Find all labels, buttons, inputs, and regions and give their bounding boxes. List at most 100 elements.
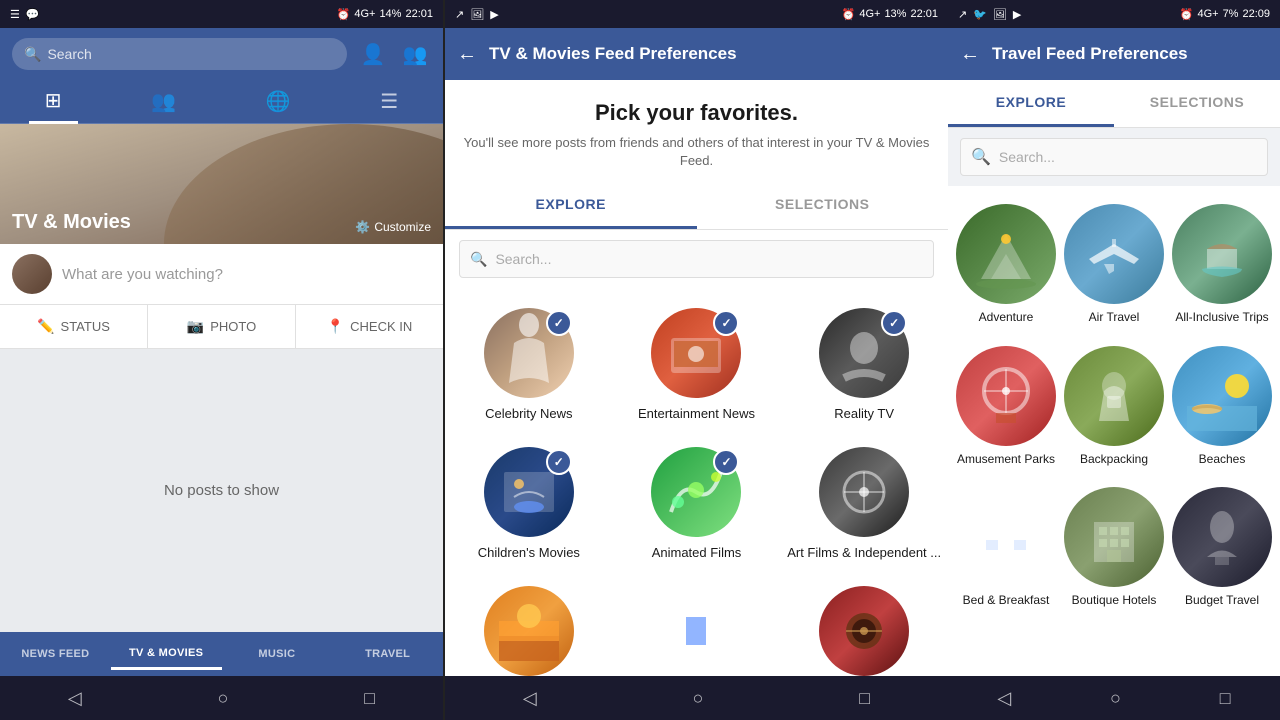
category-reality-tv[interactable]: ✓ Reality TV <box>780 296 948 435</box>
home-button-1[interactable]: ○ <box>218 688 229 709</box>
tab-selections-3[interactable]: SELECTIONS <box>1114 80 1280 127</box>
back-arrow-3[interactable]: ← <box>960 43 980 66</box>
status-button[interactable]: ✏️ STATUS <box>0 305 148 348</box>
subnav-newsfeed[interactable]: ⊞ <box>29 80 78 124</box>
subnav-globe[interactable]: 🌐 <box>250 81 307 122</box>
category-row3b[interactable] <box>613 574 781 676</box>
friend-requests-icon[interactable]: 👥 <box>399 42 431 67</box>
celebrity-label: Celebrity News <box>485 406 572 423</box>
back-button-1[interactable]: ◁ <box>68 688 82 709</box>
twitter-icon: 🐦 <box>973 8 987 21</box>
panel-travel-prefs: ↗ 🐦 🖼 ▶ ⏰ 4G+ 7% 22:09 ← Travel Feed Pre… <box>948 0 1280 720</box>
notification-icon: ☰ <box>10 8 20 21</box>
customize-label: Customize <box>374 220 431 234</box>
category-celebrity-news[interactable]: ✓ Celebrity News <box>445 296 613 435</box>
search-bar-2[interactable]: 🔍 Search... <box>459 240 934 278</box>
budget-img <box>1172 487 1272 587</box>
air-img <box>1064 204 1164 304</box>
search-icon-p1: 🔍 <box>24 46 41 63</box>
adventure-img <box>956 204 1056 304</box>
search-bar-panel1[interactable]: 🔍 Search <box>12 38 347 70</box>
categories-grid-2: ✓ Celebrity News ✓ Entertainment News <box>445 288 948 676</box>
panel-tvmovies-prefs: ↗ 🖼 ▶ ⏰ 4G+ 13% 22:01 ← TV & Movies Feed… <box>445 0 948 720</box>
back-button-2[interactable]: ◁ <box>523 688 537 709</box>
back-arrow-2[interactable]: ← <box>457 43 477 66</box>
battery-text-2: 13% <box>884 8 906 20</box>
travel-boutique[interactable]: Boutique Hotels <box>1060 477 1168 619</box>
travel-budget[interactable]: Budget Travel <box>1168 477 1276 619</box>
recents-button-2[interactable]: □ <box>859 688 870 709</box>
android-nav-1: ◁ ○ □ <box>0 676 443 720</box>
search-bar-3[interactable]: 🔍 Search... <box>960 138 1268 176</box>
travel-beaches[interactable]: Beaches <box>1168 336 1276 478</box>
row3c-img <box>819 586 909 676</box>
photo-button[interactable]: 📷 PHOTO <box>148 305 296 348</box>
status-right-1: ⏰ 4G+ 14% 22:01 <box>337 8 433 21</box>
cover-label: TV & Movies <box>12 211 131 234</box>
battery-text-3: 7% <box>1223 8 1239 20</box>
recents-button-3[interactable]: □ <box>1220 688 1231 709</box>
budget-label: Budget Travel <box>1185 593 1259 609</box>
celebrity-img-wrapper: ✓ <box>484 308 574 398</box>
bottom-nav-newsfeed[interactable]: NEWS FEED <box>0 640 111 668</box>
reality-img-wrapper: ✓ <box>819 308 909 398</box>
category-row3c[interactable] <box>780 574 948 676</box>
backpacking-label: Backpacking <box>1080 452 1148 468</box>
recents-button-1[interactable]: □ <box>364 688 375 709</box>
battery-text-1: 14% <box>379 8 401 20</box>
time-1: 22:01 <box>405 8 433 20</box>
bottom-nav-music[interactable]: MUSIC <box>222 640 333 668</box>
children-label: Children's Movies <box>478 545 580 562</box>
boutique-img <box>1064 487 1164 587</box>
beaches-img <box>1172 346 1272 446</box>
search-container-2: 🔍 Search... <box>445 230 948 288</box>
travel-bnb[interactable]: Bed & Breakfast <box>952 477 1060 619</box>
pick-favorites-subtitle: You'll see more posts from friends and o… <box>461 134 932 170</box>
status-left-2: ↗ 🖼 ▶ <box>455 8 499 21</box>
amusement-img <box>956 346 1056 446</box>
travel-adventure[interactable]: Adventure <box>952 194 1060 336</box>
artfilms-img-wrapper <box>819 447 909 537</box>
travel-backpacking[interactable]: Backpacking <box>1060 336 1168 478</box>
video-icon-3: ▶ <box>1013 8 1021 21</box>
cover-image: TV & Movies ⚙️ Customize <box>0 124 443 244</box>
backpacking-img <box>1064 346 1164 446</box>
search-text-3: Search... <box>999 149 1055 165</box>
pencil-icon: ✏️ <box>37 318 54 335</box>
home-button-2[interactable]: ○ <box>693 688 704 709</box>
no-posts-area: No posts to show <box>0 349 443 632</box>
bottom-nav-travel[interactable]: TRAVEL <box>332 640 443 668</box>
customize-button[interactable]: ⚙️ Customize <box>355 220 431 234</box>
bottom-nav-tvmovies[interactable]: TV & MOVIES <box>111 639 222 670</box>
search-placeholder-p1: Search <box>47 46 91 62</box>
travel-air[interactable]: Air Travel <box>1060 194 1168 336</box>
alarm-icon-3: ⏰ <box>1180 8 1194 21</box>
partial-img <box>956 629 1056 676</box>
travel-partial[interactable] <box>952 619 1060 676</box>
row3a-img <box>484 586 574 676</box>
subnav-menu[interactable]: ☰ <box>364 81 414 122</box>
category-row3a[interactable] <box>445 574 613 676</box>
status-bar-2: ↗ 🖼 ▶ ⏰ 4G+ 13% 22:01 <box>445 0 948 28</box>
page-header-3: ← Travel Feed Preferences <box>948 28 1280 80</box>
messenger-icon[interactable]: 👤 <box>357 42 389 67</box>
tab-selections-2[interactable]: SELECTIONS <box>697 182 949 229</box>
category-entertainment-news[interactable]: ✓ Entertainment News <box>613 296 781 435</box>
tab-explore-3[interactable]: EXPLORE <box>948 80 1114 127</box>
status-bar-3: ↗ 🐦 🖼 ▶ ⏰ 4G+ 7% 22:09 <box>948 0 1280 28</box>
checkin-button[interactable]: 📍 CHECK IN <box>296 305 443 348</box>
amusement-label: Amusement Parks <box>957 452 1055 468</box>
back-button-3[interactable]: ◁ <box>997 688 1011 709</box>
category-childrens-movies[interactable]: ✓ Children's Movies <box>445 435 613 574</box>
home-button-3[interactable]: ○ <box>1110 688 1121 709</box>
watch-placeholder[interactable]: What are you watching? <box>62 266 223 283</box>
travel-amusement[interactable]: Amusement Parks <box>952 336 1060 478</box>
subnav-friends[interactable]: 👥 <box>135 81 192 122</box>
tab-explore-2[interactable]: EXPLORE <box>445 182 697 229</box>
travel-allinclusive[interactable]: All-Inclusive Trips <box>1168 194 1276 336</box>
tabs-row-3: EXPLORE SELECTIONS <box>948 80 1280 128</box>
category-art-films[interactable]: Art Films & Independent ... <box>780 435 948 574</box>
category-animated-films[interactable]: ✓ Animated Films <box>613 435 781 574</box>
page-title-2: TV & Movies Feed Preferences <box>489 44 737 64</box>
signal-text-3: 4G+ <box>1197 8 1218 20</box>
